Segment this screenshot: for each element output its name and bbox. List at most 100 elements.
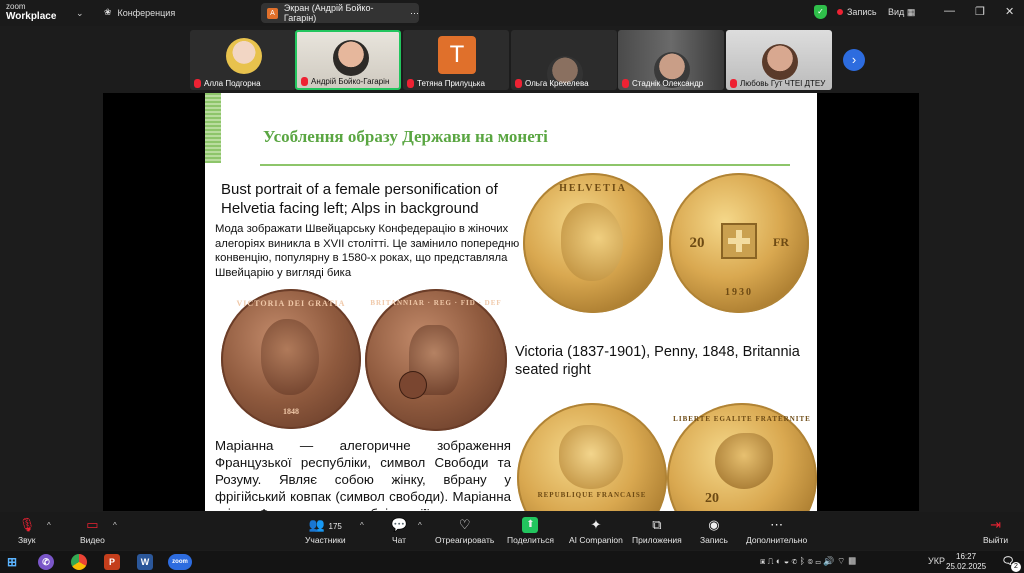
- chat-button[interactable]: 💬 Чат: [391, 517, 407, 545]
- coin-portrait: [559, 425, 623, 489]
- apps-button[interactable]: ⧉ Приложения: [632, 517, 682, 545]
- close-icon[interactable]: ✕: [1005, 5, 1014, 18]
- rooster-figure: [715, 433, 773, 489]
- participant-video: [226, 38, 262, 74]
- ai-companion-button[interactable]: ✦ AI Companion: [569, 517, 623, 545]
- video-label: Видео: [80, 535, 105, 545]
- chat-label: Чат: [391, 535, 407, 545]
- participant-tile[interactable]: Любовь Гут ЧТЕІ ДТЕУ: [726, 30, 832, 90]
- clock-time: 16:27: [956, 552, 977, 561]
- chat-icon: 💬: [391, 517, 408, 532]
- notification-count: 2: [1011, 562, 1021, 572]
- restore-icon[interactable]: ❐: [975, 5, 985, 18]
- participant-tile[interactable]: T Тетяна Прилуцька: [403, 30, 509, 90]
- mic-off-icon: [515, 79, 522, 88]
- participants-button[interactable]: 👥 175 Участники: [305, 517, 346, 545]
- react-button[interactable]: ♡ Отреагировать: [435, 517, 494, 545]
- title-divider: [260, 164, 790, 166]
- mic-off-icon: [622, 79, 629, 88]
- view-menu[interactable]: Вид ▦: [888, 7, 915, 18]
- video-options-caret[interactable]: ^: [113, 521, 117, 530]
- share-button[interactable]: ⬆ Поделиться: [507, 517, 554, 545]
- share-label: Поделиться: [507, 535, 554, 545]
- ai-companion-label: AI Companion: [569, 535, 623, 545]
- coin-legend: HELVETIA: [559, 183, 627, 194]
- participant-name: Тетяна Прилуцька: [407, 79, 485, 88]
- record-label: Запись: [700, 535, 728, 545]
- security-shield-icon[interactable]: ✓: [814, 5, 827, 19]
- coin-denomination: 20: [705, 491, 719, 506]
- record-dot-icon: [837, 9, 843, 15]
- coin-britannia-reverse: BRITANNIAR · REG · FID · DEF: [365, 289, 507, 431]
- system-clock[interactable]: 16:27 25.02.2025: [946, 552, 986, 572]
- participant-tile[interactable]: Ольга Крехелева: [511, 30, 617, 90]
- viber-icon[interactable]: ✆: [38, 554, 54, 570]
- more-button[interactable]: ⋯ Дополнительно: [746, 517, 807, 545]
- zoom-logo-bottom: Workplace: [6, 11, 57, 22]
- screen-share-indicator[interactable]: A Экран (Андрій Бойко-Гагарін) ⋯: [261, 3, 419, 23]
- options-icon[interactable]: ⋯: [410, 8, 419, 19]
- participant-tile[interactable]: Алла Подгорна: [190, 30, 296, 90]
- coin-legend: LIBERTE EGALITE FRATERNITE: [673, 415, 811, 423]
- minimize-icon[interactable]: —: [944, 5, 955, 17]
- clock-date: 25.02.2025: [946, 562, 987, 571]
- chevron-down-icon[interactable]: ⌄: [76, 8, 84, 19]
- coin-victoria-obverse: VICTORIA DEI GRATIA 1848: [221, 289, 361, 429]
- participant-tile[interactable]: Стаднік Олександр: [618, 30, 724, 90]
- word-icon[interactable]: W: [137, 554, 153, 570]
- avatar: T: [438, 36, 476, 74]
- mic-off-icon: [194, 79, 201, 88]
- zoom-taskbar-icon[interactable]: zoom: [168, 554, 192, 570]
- audio-label: Звук: [18, 535, 36, 545]
- meeting-tab[interactable]: ❀ Конференция: [104, 7, 175, 18]
- participants-options-caret[interactable]: ^: [360, 521, 364, 530]
- meeting-toolbar: 🎙 Звук ^ ▭ Видео ^ 👥 175 Участники ^ 💬 Ч…: [0, 512, 1024, 550]
- powerpoint-icon[interactable]: P: [104, 554, 120, 570]
- title-bar: zoom Workplace ⌄ ❀ Конференция A Экран (…: [0, 0, 1024, 26]
- coin-helvetia-reverse: 20 FR 1930: [669, 173, 809, 313]
- swiss-cross-icon: [721, 223, 757, 259]
- video-button[interactable]: ▭ Видео: [80, 517, 105, 545]
- grid-icon: ▦: [906, 7, 916, 17]
- system-tray-icons[interactable]: ▣ ⎍ ◐ ◒ ✆ ᛒ ◎ ▭ 🔊 ⌔ ▦: [760, 556, 856, 567]
- participant-name: Андрій Бойко-Гагарін: [301, 77, 389, 86]
- leave-button[interactable]: ⇥ Выйти: [983, 517, 1008, 545]
- zoom-logo: zoom Workplace: [6, 2, 56, 22]
- participant-name: Ольга Крехелева: [515, 79, 589, 88]
- heart-icon: ♡: [458, 517, 471, 532]
- coin-legend: VICTORIA DEI GRATIA: [236, 299, 346, 308]
- next-participants-button[interactable]: ›: [843, 49, 865, 71]
- participants-icon: 👥 175: [308, 517, 342, 532]
- keyboard-language[interactable]: УКР: [928, 556, 945, 566]
- participant-tile-active[interactable]: Андрій Бойко-Гагарін: [295, 30, 401, 90]
- slide-decor-stripe: [205, 93, 221, 163]
- presenter-badge: A: [267, 7, 278, 19]
- screen-share-label: Экран (Андрій Бойко-Гагарін): [283, 3, 374, 23]
- audio-options-caret[interactable]: ^: [47, 521, 51, 530]
- audio-button[interactable]: 🎙 Звук: [18, 517, 35, 545]
- meeting-tab-label: Конференция: [117, 7, 176, 18]
- apps-label: Приложения: [632, 535, 682, 545]
- mic-off-icon: [407, 79, 414, 88]
- more-label: Дополнительно: [746, 535, 808, 545]
- windows-start-icon[interactable]: ⊞: [4, 554, 20, 570]
- mic-off-icon: [730, 79, 737, 88]
- chrome-icon[interactable]: [71, 554, 87, 570]
- victoria-caption-en: Victoria (1837-1901), Penny, 1848, Brita…: [515, 344, 800, 378]
- coin-portrait: [561, 203, 623, 281]
- video-off-icon: ▭: [86, 517, 99, 532]
- recording-indicator[interactable]: Запись: [837, 7, 877, 17]
- record-button[interactable]: ◉ Запись: [700, 517, 728, 545]
- helvetia-caption-ua: Мода зображати Швейцарську Конфедерацію …: [215, 223, 520, 279]
- react-label: Отреагировать: [435, 535, 495, 545]
- more-icon: ⋯: [770, 517, 784, 532]
- coin-year: 1848: [283, 407, 299, 416]
- paw-icon: ❀: [104, 7, 112, 17]
- view-label: Вид: [888, 7, 905, 17]
- participants-count: 175: [328, 522, 342, 531]
- chat-options-caret[interactable]: ^: [418, 521, 422, 530]
- mic-off-icon: 🎙: [18, 517, 36, 532]
- share-screen-icon: ⬆: [522, 517, 539, 533]
- marianne-caption-ua: Маріанна — алегоричне зображення Француз…: [215, 438, 511, 511]
- coin-portrait: [261, 319, 319, 395]
